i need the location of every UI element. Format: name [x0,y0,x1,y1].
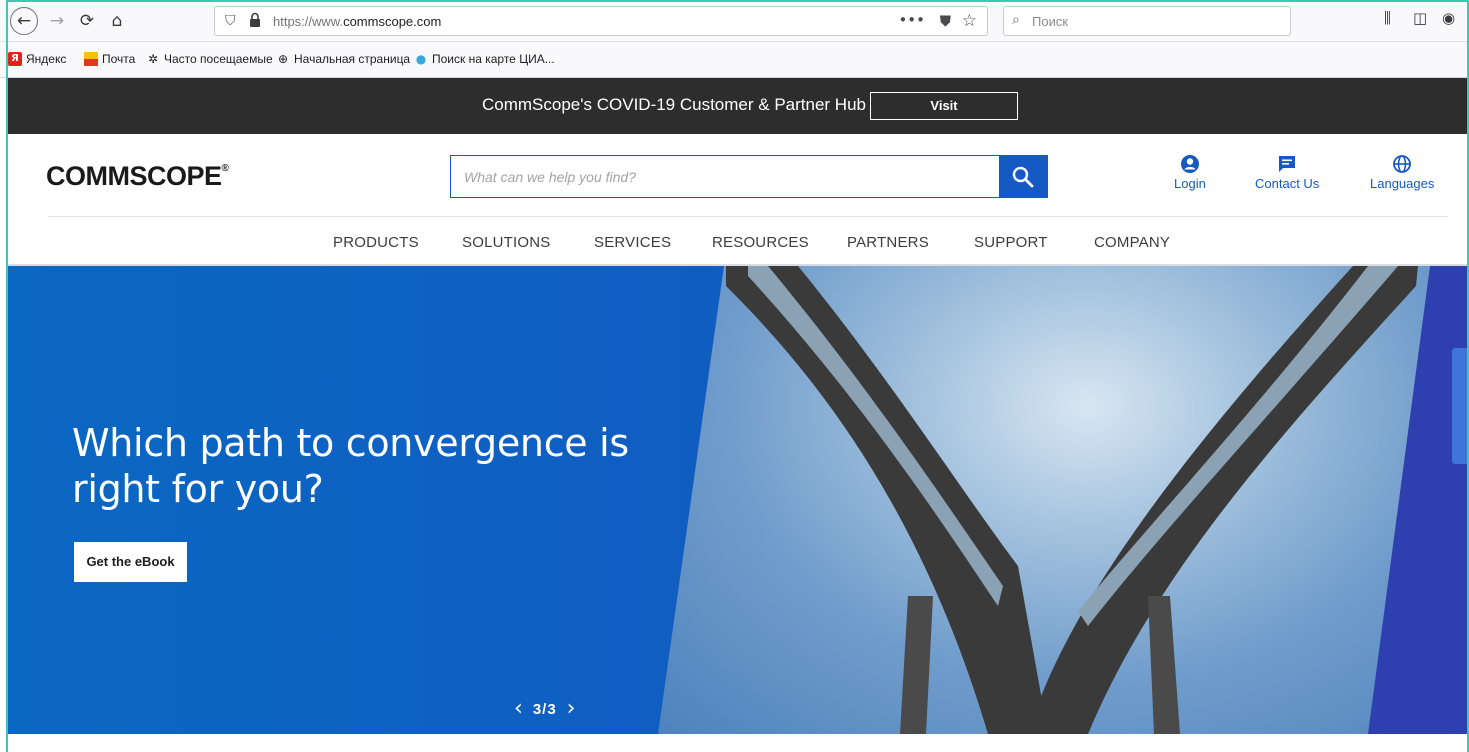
bookmark-label: Поиск на карте ЦИА... [432,52,555,66]
chat-icon [1279,156,1296,172]
site-header: COMMSCOPE® What can we help you find? Lo… [8,134,1469,264]
nav-products[interactable]: PRODUCTS [333,234,419,251]
carousel-counter: 3/3 [532,700,557,718]
user-icon [1180,155,1199,173]
site-search-input[interactable]: What can we help you find? [450,155,1048,198]
pocket-icon[interactable]: ⛊ [940,12,951,30]
languages-link[interactable]: Languages [1370,152,1434,191]
bookmark-yandex[interactable]: Я Яндекс [8,52,66,66]
map-pin-icon: ● [415,52,427,66]
login-link[interactable]: Login [1174,152,1206,191]
bookmark-map-search[interactable]: ● Поиск на карте ЦИА... [414,52,555,66]
chevron-right-icon[interactable]: › [567,698,576,720]
forward-icon[interactable]: → [44,8,70,34]
nav-solutions[interactable]: SOLUTIONS [462,234,550,251]
home-icon[interactable]: ⌂ [104,8,130,34]
visit-button[interactable]: Visit [870,92,1018,120]
account-icon[interactable]: ◉ [1442,9,1455,27]
bookmark-label: Часто посещаемые [164,52,273,66]
nav-resources[interactable]: RESOURCES [712,234,809,251]
nav-support[interactable]: SUPPORT [974,234,1048,251]
hero-headline: Which path to convergence is right for y… [72,421,629,511]
get-ebook-button[interactable]: Get the eBook [74,542,187,582]
globe-icon: ⊕ [277,52,289,66]
url-text: https://www.commscope.com [273,14,442,29]
nav-company[interactable]: COMPANY [1094,234,1170,251]
mail-icon [84,52,98,66]
bookmark-star-icon[interactable]: ☆ [962,11,977,31]
login-label: Login [1174,176,1206,191]
bookmark-label: Почта [102,52,136,66]
search-button[interactable] [999,156,1047,197]
main-nav: PRODUCTS SOLUTIONS SERVICES RESOURCES PA… [8,234,1469,258]
page-actions-icon[interactable]: ••• [898,11,925,29]
contact-link[interactable]: Contact Us [1255,152,1319,191]
nav-partners[interactable]: PARTNERS [847,234,929,251]
covid-banner-text: CommScope's COVID-19 Customer & Partner … [482,95,866,114]
contact-label: Contact Us [1255,176,1320,191]
browser-toolbar: ← → ⟳ ⌂ ⛉ https://www.commscope.com ••• … [0,0,1469,42]
bookmark-label: Начальная страница [294,52,411,66]
covid-banner: CommScope's COVID-19 Customer & Partner … [8,78,1469,134]
search-icon [1012,166,1034,187]
commscope-logo[interactable]: COMMSCOPE® [46,161,229,192]
globe-icon [1393,155,1412,173]
bookmark-label: Яндекс [26,52,67,66]
back-icon[interactable]: ← [10,7,38,35]
bookmark-start-page[interactable]: ⊕ Начальная страница [276,52,410,66]
hero-carousel: Which path to convergence is right for y… [8,266,1469,734]
page-below-fold [8,734,1469,752]
languages-label: Languages [1370,176,1435,191]
sidebar-icon[interactable]: ◫ [1413,9,1427,27]
header-divider [48,216,1448,217]
lock-icon[interactable] [249,12,261,28]
reload-icon[interactable]: ⟳ [74,8,100,34]
bookmark-most-visited[interactable]: ✲ Часто посещаемые [146,52,273,66]
address-bar[interactable]: ⛉ https://www.commscope.com ••• ⛊ ☆ [214,6,988,36]
gear-icon: ✲ [147,52,159,66]
tracking-shield-icon[interactable]: ⛉ [225,13,236,29]
bookmark-mail[interactable]: Почта [84,52,135,66]
bookmarks-bar: Я Яндекс Почта ✲ Часто посещаемые ⊕ Нача… [0,42,1469,78]
nav-services[interactable]: SERVICES [594,234,671,251]
carousel-pager: ‹ 3/3 › [514,698,575,720]
browser-search-input[interactable]: ⌕ Поиск [1003,6,1291,36]
browser-search-placeholder: Поиск [1032,14,1069,29]
feedback-side-tab[interactable] [1452,348,1469,464]
chevron-left-icon[interactable]: ‹ [514,698,523,720]
yandex-icon: Я [8,52,22,66]
site-search-placeholder: What can we help you find? [464,169,636,185]
search-icon: ⌕ [1012,12,1020,28]
library-icon[interactable]: ⫼ [1384,9,1391,27]
